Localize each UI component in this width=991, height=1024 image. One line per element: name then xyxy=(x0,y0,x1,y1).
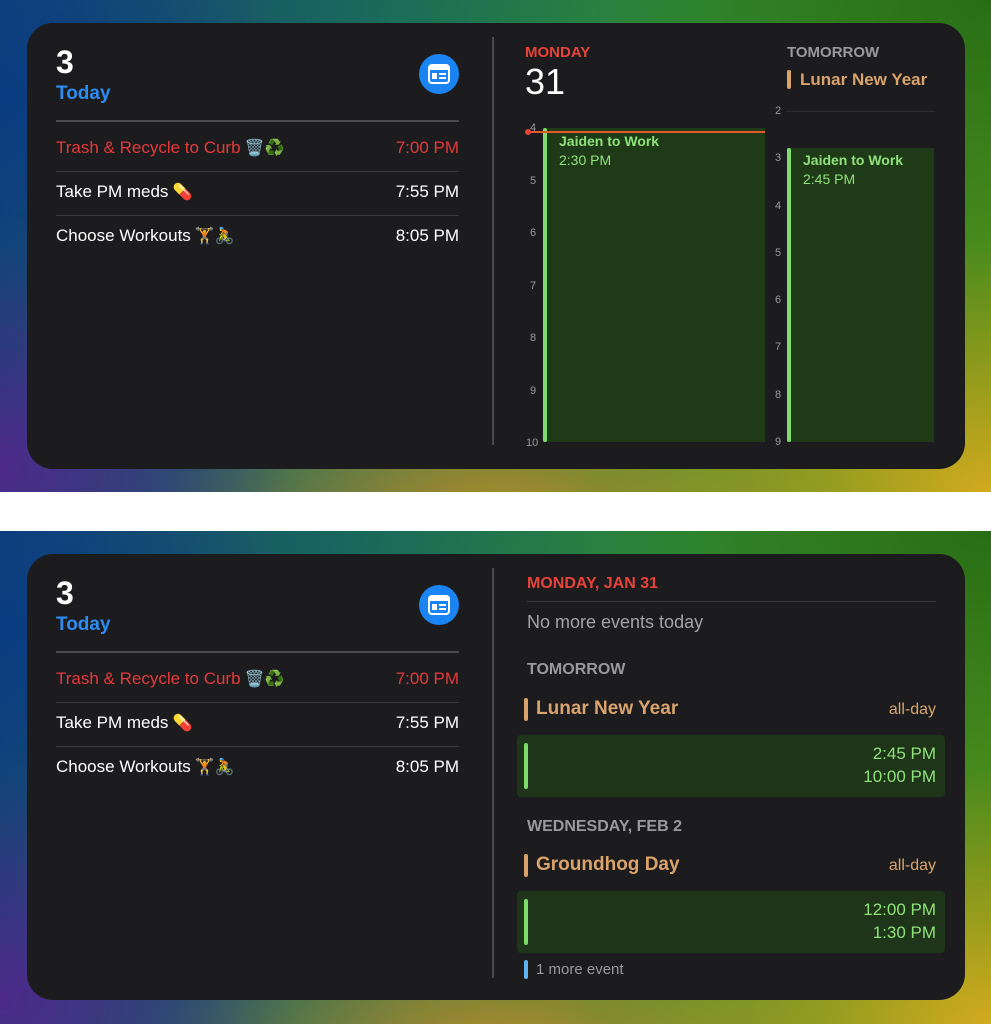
workout-emoji: 🏋️🚴 xyxy=(194,226,235,245)
reminder-item-workouts[interactable]: Choose Workouts 🏋️🚴 8:05 PM xyxy=(56,216,459,256)
allday-color-bar xyxy=(524,698,528,721)
hour-label: 8 xyxy=(775,389,782,401)
event-start-time: 2:45 PM xyxy=(872,744,936,763)
reminder-title: Take PM meds 💊 xyxy=(56,182,193,201)
calendar-card-icon[interactable] xyxy=(419,54,459,94)
current-time-line xyxy=(530,131,765,133)
event-title: Jaiden to Work xyxy=(803,152,904,168)
wallpaper-bottom: 3 Today Trash & Recycle to Curb 🗑️♻️ 7:00… xyxy=(0,531,991,1024)
hour-label: 2 xyxy=(775,105,782,117)
event-color-bar xyxy=(543,128,547,442)
reminder-count: 3 xyxy=(56,575,74,611)
allday-event-groundhog-day[interactable]: Groundhog Day xyxy=(536,854,680,876)
hour-label: 3 xyxy=(775,152,782,164)
hour-label: 8 xyxy=(530,332,537,344)
event-end-time: 10:00 PM xyxy=(863,767,936,786)
today-label: Today xyxy=(56,614,111,635)
calendar-reminders-widget-bottom[interactable]: 3 Today Trash & Recycle to Curb 🗑️♻️ 7:00… xyxy=(27,554,965,1000)
event-color-bar xyxy=(524,743,528,789)
hour-label: 7 xyxy=(530,280,537,292)
hour-label: 4 xyxy=(775,200,782,212)
calendar-card-icon[interactable] xyxy=(419,585,459,625)
calendar-event-today[interactable]: Jaiden to Work 2:30 PM xyxy=(543,128,765,442)
trash-recycle-emoji: 🗑️♻️ xyxy=(244,138,285,157)
wallpaper-top: 3 Today Trash & Recycle to Curb 🗑️♻️ 7:00… xyxy=(0,0,991,492)
hour-label: 9 xyxy=(775,436,782,448)
more-events-color-bar xyxy=(524,960,528,979)
allday-separator xyxy=(787,111,935,112)
calendar-event-tomorrow[interactable]: Jaiden to Work 2:45 PM xyxy=(787,148,934,442)
reminder-time: 8:05 PM xyxy=(395,757,459,776)
hour-label: 7 xyxy=(775,341,782,353)
reminder-title: Choose Workouts 🏋️🚴 xyxy=(56,757,235,776)
reminder-time: 7:00 PM xyxy=(395,669,459,688)
event-color-bar xyxy=(787,148,791,442)
allday-color-bar xyxy=(787,70,791,89)
today-label: Today xyxy=(56,83,111,104)
allday-event-lunar-new-year[interactable]: Lunar New Year xyxy=(536,698,678,720)
current-time-dot xyxy=(525,129,531,135)
reminder-count: 3 xyxy=(56,44,74,80)
reminder-separator xyxy=(56,651,459,653)
reminder-time: 8:05 PM xyxy=(395,226,459,245)
event-time: 2:45 PM xyxy=(803,171,856,187)
hour-label: 9 xyxy=(530,385,537,397)
hour-label: 5 xyxy=(775,247,782,259)
reminder-time: 7:55 PM xyxy=(395,713,459,732)
calendar-event-wednesday[interactable]: 12:00 PM 1:30 PM xyxy=(517,891,945,953)
reminder-title: Take PM meds 💊 xyxy=(56,713,193,732)
widget-divider xyxy=(492,568,494,978)
reminder-item-trash[interactable]: Trash & Recycle to Curb 🗑️♻️ 7:00 PM xyxy=(56,128,459,168)
hour-label: 5 xyxy=(530,175,537,187)
reminder-title: Choose Workouts 🏋️🚴 xyxy=(56,226,235,245)
pill-emoji: 💊 xyxy=(172,713,193,732)
event-time: 2:30 PM xyxy=(559,152,612,168)
allday-tag: all-day xyxy=(888,701,936,718)
tomorrow-date-header: TOMORROW xyxy=(527,661,626,678)
reminder-item-meds[interactable]: Take PM meds 💊 7:55 PM xyxy=(56,703,459,743)
allday-color-bar xyxy=(524,854,528,877)
reminder-title: Trash & Recycle to Curb 🗑️♻️ xyxy=(56,669,285,688)
calendar-event-tomorrow[interactable]: 2:45 PM 10:00 PM xyxy=(517,735,945,797)
today-day-number: 31 xyxy=(525,61,566,102)
widget-divider xyxy=(492,37,494,445)
today-date-header: MONDAY, JAN 31 xyxy=(527,575,659,592)
reminder-separator xyxy=(56,120,459,122)
pill-emoji: 💊 xyxy=(172,182,193,201)
event-color-bar xyxy=(524,899,528,945)
reminder-item-workouts[interactable]: Choose Workouts 🏋️🚴 8:05 PM xyxy=(56,747,459,787)
wednesday-date-header: WEDNESDAY, FEB 2 xyxy=(527,818,682,835)
hour-label: 6 xyxy=(775,294,782,306)
reminder-item-trash[interactable]: Trash & Recycle to Curb 🗑️♻️ 7:00 PM xyxy=(56,659,459,699)
event-title: Jaiden to Work xyxy=(559,133,660,149)
trash-recycle-emoji: 🗑️♻️ xyxy=(244,669,285,688)
date-separator xyxy=(527,601,936,602)
workout-emoji: 🏋️🚴 xyxy=(194,757,235,776)
reminder-item-meds[interactable]: Take PM meds 💊 7:55 PM xyxy=(56,172,459,212)
today-weekday: MONDAY xyxy=(525,44,591,61)
hour-label: 6 xyxy=(530,227,537,239)
allday-event-lunar-new-year[interactable]: Lunar New Year xyxy=(800,70,927,90)
reminder-title: Trash & Recycle to Curb 🗑️♻️ xyxy=(56,138,285,157)
more-events-link[interactable]: 1 more event xyxy=(536,961,624,978)
no-events-message: No more events today xyxy=(527,612,704,632)
tomorrow-label: TOMORROW xyxy=(787,44,880,61)
event-start-time: 12:00 PM xyxy=(863,900,936,919)
event-end-time: 1:30 PM xyxy=(872,923,936,942)
allday-tag: all-day xyxy=(888,857,936,874)
reminder-time: 7:55 PM xyxy=(395,182,459,201)
reminder-time: 7:00 PM xyxy=(395,138,459,157)
calendar-reminders-widget-top[interactable]: 3 Today Trash & Recycle to Curb 🗑️♻️ 7:00… xyxy=(27,23,965,469)
hour-label: 10 xyxy=(526,437,539,449)
